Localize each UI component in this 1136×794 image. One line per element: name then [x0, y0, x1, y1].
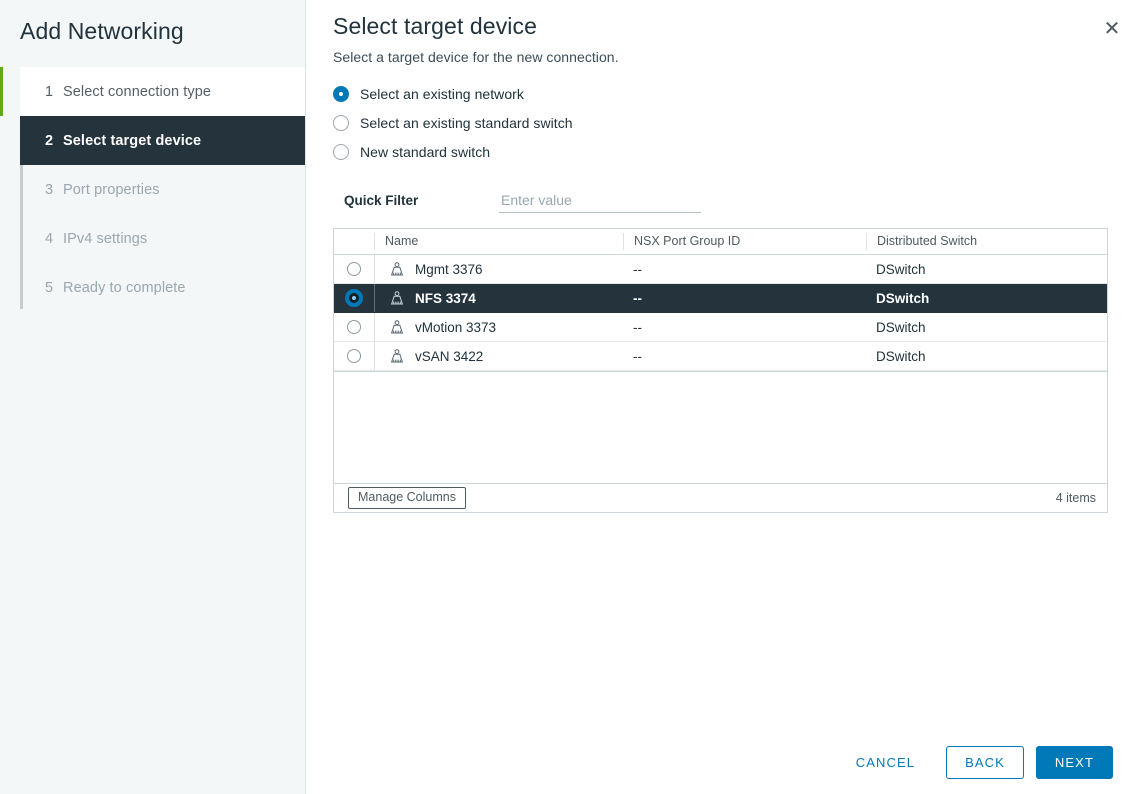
table-header-distributed-switch: Distributed Switch [866, 233, 1107, 250]
quick-filter-bar: Quick Filter [333, 180, 1113, 220]
quick-filter-input[interactable] [499, 188, 701, 213]
port-group-icon [389, 291, 405, 306]
row-radio-icon [347, 291, 361, 305]
row-dswitch-cell: DSwitch [866, 349, 1107, 364]
row-name-text: vSAN 3422 [415, 349, 483, 364]
radio-label: Select an existing standard switch [360, 115, 573, 131]
row-name-cell: vSAN 3422 [374, 342, 623, 370]
row-name-text: Mgmt 3376 [415, 262, 483, 277]
radio-mark-icon [333, 144, 349, 160]
step-number: 2 [45, 133, 63, 149]
sidebar-step-ipv4-settings[interactable]: 4 IPv4 settings [20, 214, 305, 263]
step-label: Port properties [63, 182, 160, 198]
port-group-icon [389, 349, 405, 364]
table-header-nsx-port-group-id: NSX Port Group ID [623, 233, 866, 250]
wizard-sidebar: Add Networking 1 Select connection type … [0, 0, 306, 794]
port-group-icon [389, 262, 405, 277]
wizard-content: ✕ Select target device Select a target d… [306, 0, 1136, 794]
row-name-cell: NFS 3374 [374, 284, 623, 312]
step-number: 4 [45, 231, 63, 247]
sidebar-step-port-properties[interactable]: 3 Port properties [20, 165, 305, 214]
row-select-cell[interactable] [334, 320, 374, 334]
step-label: IPv4 settings [63, 231, 147, 247]
table-header-name: Name [374, 233, 623, 250]
target-device-radio-group: Select an existing network Select an exi… [333, 79, 1113, 166]
step-label: Ready to complete [63, 280, 186, 296]
row-nsx-cell: -- [623, 291, 866, 306]
row-nsx-cell: -- [623, 262, 866, 277]
step-label: Select target device [63, 133, 201, 149]
quick-filter-label: Quick Filter [344, 193, 499, 208]
radio-mark-icon [333, 86, 349, 102]
radio-mark-icon [333, 115, 349, 131]
row-radio-icon [347, 349, 361, 363]
sidebar-step-ready-to-complete[interactable]: 5 Ready to complete [20, 263, 305, 312]
radio-new-standard-switch[interactable]: New standard switch [333, 137, 1113, 166]
radio-select-existing-network[interactable]: Select an existing network [333, 79, 1113, 108]
manage-columns-button[interactable]: Manage Columns [348, 487, 466, 509]
step-number: 3 [45, 182, 63, 198]
page-title: Select target device [333, 13, 1113, 40]
row-name-cell: Mgmt 3376 [374, 255, 623, 283]
row-name-cell: vMotion 3373 [374, 313, 623, 341]
step-label: Select connection type [63, 84, 211, 100]
row-select-cell[interactable] [334, 291, 374, 305]
row-dswitch-cell: DSwitch [866, 291, 1107, 306]
table-header-row: Name NSX Port Group ID Distributed Switc… [334, 229, 1107, 255]
table-row[interactable]: Mgmt 3376 -- DSwitch [334, 255, 1107, 284]
row-dswitch-cell: DSwitch [866, 320, 1107, 335]
items-count-label: 4 items [1056, 491, 1096, 505]
row-nsx-cell: -- [623, 320, 866, 335]
table-row[interactable]: NFS 3374 -- DSwitch [334, 284, 1107, 313]
row-name-text: NFS 3374 [415, 291, 476, 306]
step-number: 5 [45, 280, 63, 296]
row-dswitch-cell: DSwitch [866, 262, 1107, 277]
radio-label: New standard switch [360, 144, 490, 160]
port-group-icon [389, 320, 405, 335]
row-radio-icon [347, 320, 361, 334]
row-select-cell[interactable] [334, 262, 374, 276]
next-button[interactable]: NEXT [1036, 746, 1113, 779]
step-number: 1 [45, 84, 63, 100]
sidebar-step-select-connection-type[interactable]: 1 Select connection type [20, 67, 305, 116]
table-row[interactable]: vMotion 3373 -- DSwitch [334, 313, 1107, 342]
table-empty-area [334, 371, 1107, 483]
sidebar-step-select-target-device[interactable]: 2 Select target device [20, 116, 305, 165]
table-row[interactable]: vSAN 3422 -- DSwitch [334, 342, 1107, 371]
wizard-footer-actions: CANCEL BACK NEXT [837, 746, 1113, 779]
row-name-text: vMotion 3373 [415, 320, 496, 335]
close-icon[interactable]: ✕ [1098, 15, 1126, 43]
page-subtitle: Select a target device for the new conne… [333, 49, 1113, 65]
row-nsx-cell: -- [623, 349, 866, 364]
radio-label: Select an existing network [360, 86, 524, 102]
row-radio-icon [347, 262, 361, 276]
radio-select-existing-standard-switch[interactable]: Select an existing standard switch [333, 108, 1113, 137]
target-device-table: Name NSX Port Group ID Distributed Switc… [333, 228, 1108, 513]
add-networking-wizard: Add Networking 1 Select connection type … [0, 0, 1136, 794]
table-footer: Manage Columns 4 items [334, 483, 1107, 512]
wizard-title: Add Networking [0, 0, 305, 45]
row-select-cell[interactable] [334, 349, 374, 363]
cancel-button[interactable]: CANCEL [837, 746, 934, 779]
wizard-steps: 1 Select connection type 2 Select target… [0, 67, 305, 312]
back-button[interactable]: BACK [946, 746, 1024, 779]
